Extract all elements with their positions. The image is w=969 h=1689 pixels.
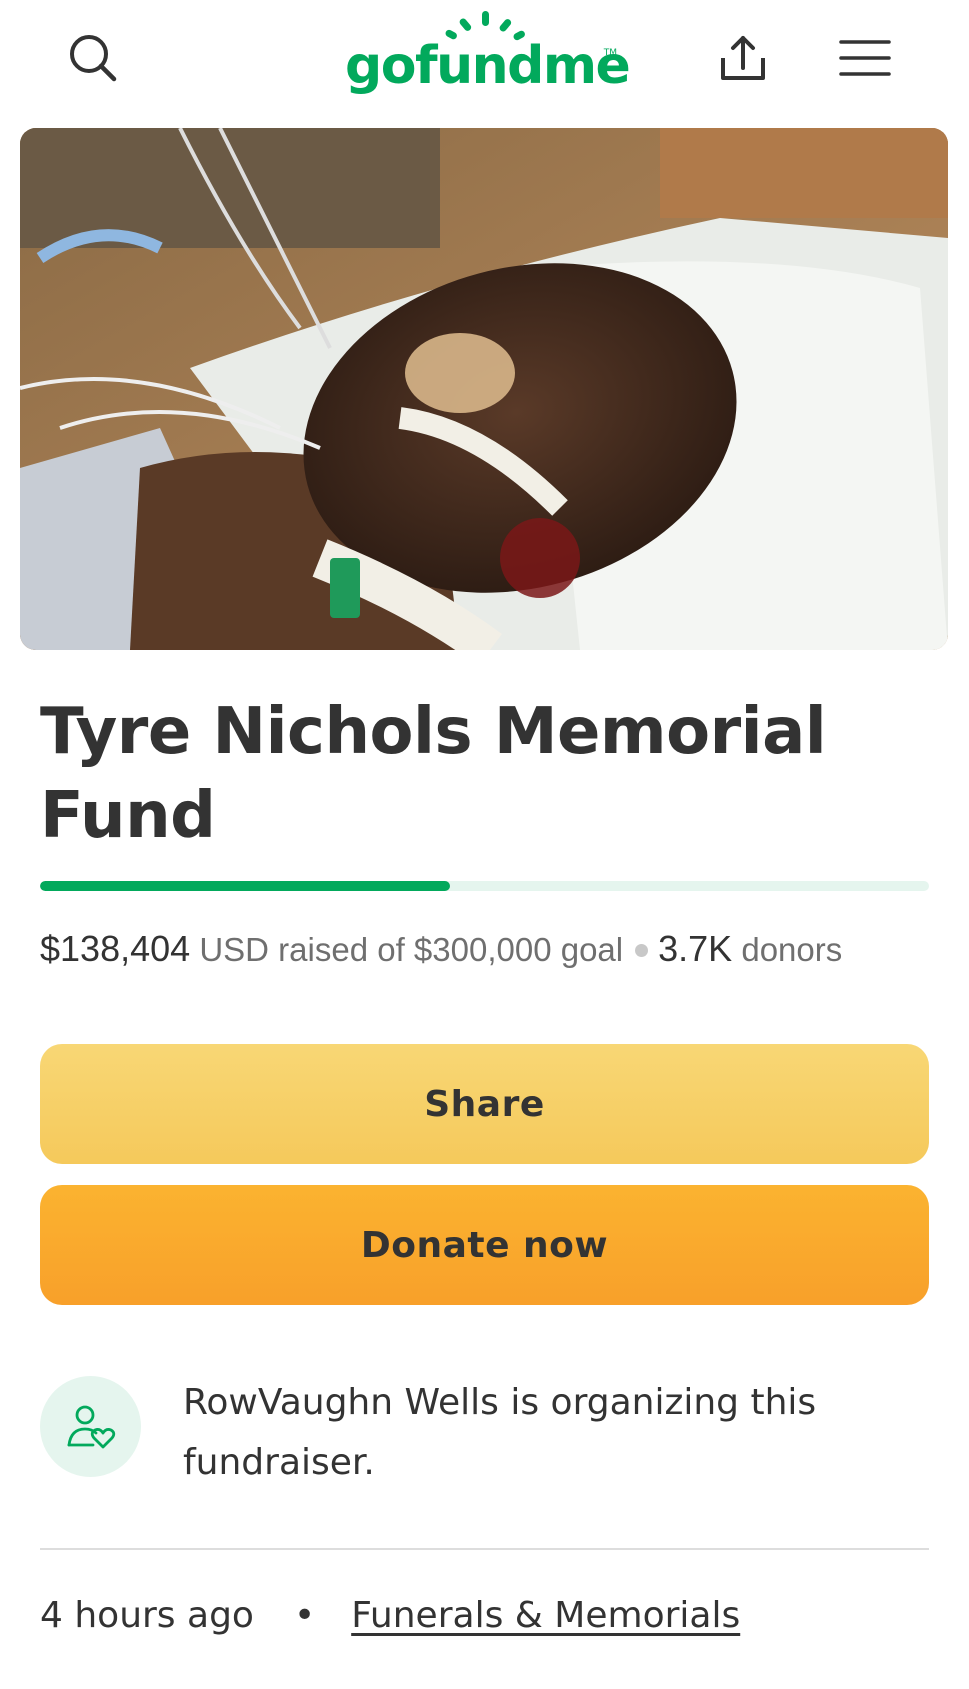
top-nav-bar: gofundme TM [0,0,969,118]
organizer-text: RowVaughn Wells is organizing this fundr… [183,1382,817,1483]
share-upload-icon[interactable] [707,22,779,94]
search-icon[interactable] [57,22,129,94]
campaign-hero-image[interactable] [20,128,948,650]
share-button[interactable]: Share [40,1044,929,1164]
donor-label: donors [741,931,843,968]
section-divider [40,1548,929,1550]
organizer-avatar [40,1376,141,1477]
progress-fill [40,881,451,891]
posted-time: 4 hours ago [40,1595,254,1636]
logo-wordmark: gofundme [345,36,631,96]
campaign-title: Tyre Nichols Memorial Fund [40,695,827,853]
meta-bullet: • [293,1595,316,1636]
organizer-section: RowVaughn Wells is organizing this fundr… [40,1376,929,1486]
hero-photo [20,128,948,650]
category-link[interactable]: Funerals & Memorials [351,1595,740,1636]
raised-suffix: USD raised of $300,000 goal [199,931,624,968]
logo-trademark: TM [603,48,617,58]
donation-stats: $138,404 USD raised of $300,000 goal 3.7K… [40,928,940,970]
donation-progress-bar [40,881,929,891]
donate-now-button[interactable]: Donate now [40,1185,929,1305]
separator-dot [635,943,649,957]
hamburger-menu-icon[interactable] [829,22,901,94]
raised-amount: $138,404 [40,928,191,969]
person-heart-icon [67,1405,115,1448]
donor-count: 3.7K [658,928,733,969]
campaign-meta: 4 hours ago • Funerals & Memorials [40,1595,940,1636]
gofundme-logo[interactable]: gofundme TM [345,6,631,106]
